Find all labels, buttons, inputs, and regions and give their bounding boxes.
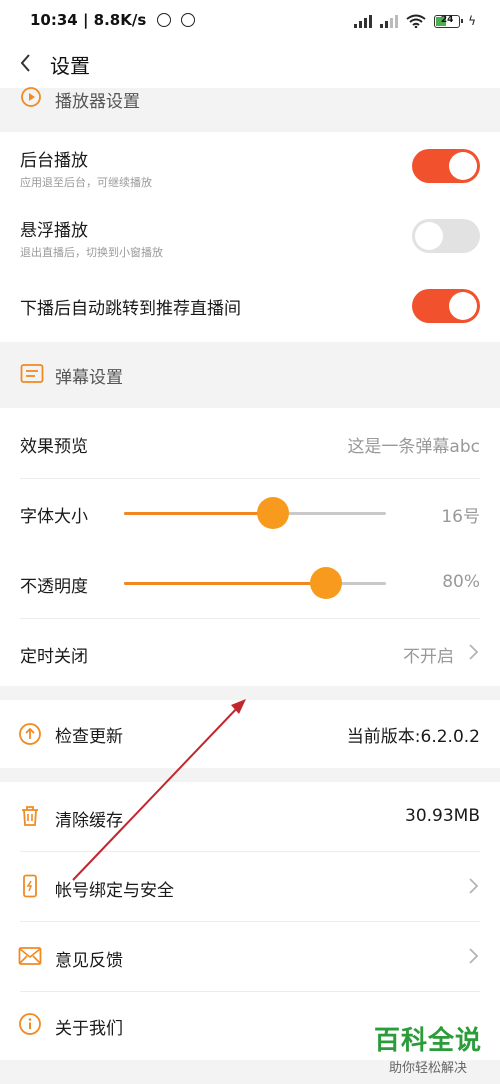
upload-circle-icon <box>19 723 41 745</box>
chevron-right-icon <box>469 644 479 660</box>
row-background-play: 后台播放 应用退至后台，可继续播放 <box>0 132 500 202</box>
row-opacity: 不透明度 80% <box>0 548 500 618</box>
title-bar: 设置 <box>0 42 500 88</box>
phone-icon <box>23 874 37 898</box>
opacity-slider-handle[interactable] <box>309 567 342 599</box>
danmaku-settings-card: 效果预览 这是一条弹幕abc 字体大小 16号 不透明度 80% 定时关闭 不开… <box>0 408 500 686</box>
battery-level: 24 <box>440 14 454 25</box>
font-size-value: 16号 <box>441 507 480 527</box>
row-timer-close[interactable]: 定时关闭 不开启 <box>0 618 500 686</box>
current-version: 当前版本:6.2.0.2 <box>346 727 480 747</box>
watermark-title: 百科全说 <box>373 1026 482 1056</box>
app-notification-icon <box>180 13 195 27</box>
battery-icon: 24 <box>434 14 464 28</box>
mail-icon <box>18 947 42 965</box>
background-play-desc: 应用退至后台，可继续播放 <box>20 176 152 189</box>
row-preview: 效果预览 这是一条弹幕abc <box>0 408 500 478</box>
preview-label: 效果预览 <box>20 437 88 457</box>
section-title-player: 播放器设置 <box>55 92 140 112</box>
font-size-label: 字体大小 <box>20 507 88 527</box>
opacity-slider[interactable] <box>124 567 386 599</box>
opacity-value: 80% <box>442 572 480 592</box>
section-header-danmaku: 弹幕设置 <box>0 342 500 408</box>
charging-icon: ϟ <box>468 14 476 28</box>
page-title: 设置 <box>50 54 90 78</box>
status-time-text: 10:34 | 8.8K/s <box>30 11 147 29</box>
status-time: 10:34 | 8.8K/s <box>30 11 195 29</box>
auto-jump-label: 下播后自动跳转到推荐直播间 <box>20 299 241 319</box>
status-bar: 10:34 | 8.8K/s 24 ϟ <box>0 0 500 42</box>
account-security-label: 帐号绑定与安全 <box>55 881 174 901</box>
watermark-logo: 百科全说 助你轻松解决 <box>368 1020 488 1076</box>
preview-value: 这是一条弹幕abc <box>347 437 480 457</box>
chevron-right-icon <box>469 948 479 964</box>
row-account-security[interactable]: 帐号绑定与安全 <box>0 852 500 922</box>
section-title-danmaku: 弹幕设置 <box>55 368 123 388</box>
floating-play-toggle[interactable] <box>412 219 480 253</box>
misc-card: 清除缓存 30.93MB 帐号绑定与安全 意见反馈 关于我们 <box>0 782 500 1060</box>
row-font-size: 字体大小 16号 <box>0 478 500 548</box>
signal-2-icon <box>380 14 399 28</box>
check-update-label: 检查更新 <box>55 727 123 747</box>
background-play-toggle[interactable] <box>412 149 480 183</box>
clear-cache-label: 清除缓存 <box>55 811 123 831</box>
chevron-right-icon <box>469 878 479 894</box>
player-settings-card: 后台播放 应用退至后台，可继续播放 悬浮播放 退出直播后，切换到小窗播放 下播后… <box>0 132 500 342</box>
auto-jump-toggle[interactable] <box>412 289 480 323</box>
section-header-player: 播放器设置 <box>0 87 500 132</box>
about-us-label: 关于我们 <box>55 1019 123 1039</box>
font-size-slider-fill <box>124 512 274 515</box>
play-circle-icon <box>21 87 41 107</box>
timer-close-value: 不开启 <box>403 647 454 667</box>
update-card[interactable]: 检查更新 当前版本:6.2.0.2 <box>0 700 500 768</box>
floating-play-label: 悬浮播放 <box>20 221 88 241</box>
danmaku-icon <box>20 364 44 383</box>
alarm-icon <box>156 13 171 27</box>
cache-size: 30.93MB <box>405 806 480 826</box>
floating-play-desc: 退出直播后，切换到小窗播放 <box>20 246 163 259</box>
back-icon[interactable] <box>14 50 38 76</box>
signal-icon <box>354 14 373 28</box>
row-clear-cache[interactable]: 清除缓存 30.93MB <box>0 782 500 852</box>
opacity-slider-fill <box>124 582 326 585</box>
font-size-slider-handle[interactable] <box>257 497 290 529</box>
row-auto-jump: 下播后自动跳转到推荐直播间 <box>0 272 500 342</box>
timer-close-label: 定时关闭 <box>20 647 88 667</box>
wifi-icon <box>406 14 426 28</box>
font-size-slider[interactable] <box>124 497 386 529</box>
row-floating-play: 悬浮播放 退出直播后，切换到小窗播放 <box>0 202 500 272</box>
watermark-subtitle: 助你轻松解决 <box>388 1061 467 1076</box>
feedback-label: 意见反馈 <box>55 951 123 971</box>
info-icon <box>19 1013 41 1035</box>
background-play-label: 后台播放 <box>20 151 88 171</box>
opacity-label: 不透明度 <box>20 577 88 597</box>
status-indicators: 24 ϟ <box>354 12 476 30</box>
row-feedback[interactable]: 意见反馈 <box>0 922 500 992</box>
trash-icon <box>22 806 38 826</box>
